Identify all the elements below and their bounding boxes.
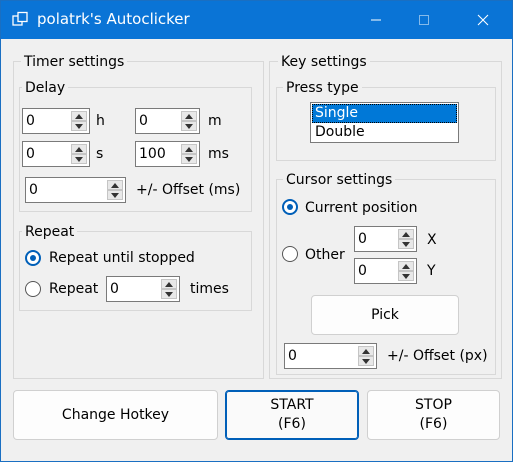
spin-up-icon[interactable] [71, 111, 87, 121]
pick-button[interactable]: Pick [311, 295, 459, 335]
spin-down-icon[interactable] [71, 154, 87, 164]
pick-button-label: Pick [371, 306, 399, 323]
hours-spinner[interactable]: 0 [22, 108, 90, 134]
cursor-x-value: 0 [358, 231, 367, 247]
current-position-radio[interactable] [282, 199, 298, 215]
milliseconds-value: 100 [139, 146, 166, 162]
other-position-radio[interactable] [282, 246, 298, 262]
cursor-settings-title: Cursor settings [283, 171, 396, 189]
app-window: polatrk's Autoclicker Timer settings Del… [0, 0, 513, 462]
seconds-unit: s [96, 146, 104, 162]
repeat-until-stopped-label[interactable]: Repeat until stopped [49, 249, 195, 267]
other-position-label[interactable]: Other [305, 246, 345, 264]
press-type-title: Press type [283, 79, 362, 97]
spin-down-icon[interactable] [398, 239, 414, 249]
stop-label: STOP [415, 397, 452, 413]
minimize-button[interactable] [354, 1, 398, 39]
cursor-y-value: 0 [358, 263, 367, 279]
repeat-title: Repeat [22, 223, 78, 241]
key-settings-title: Key settings [278, 53, 370, 71]
milliseconds-spinner[interactable]: 100 [135, 141, 200, 167]
spin-down-icon[interactable] [107, 190, 123, 200]
current-position-label[interactable]: Current position [305, 199, 418, 217]
cursor-offset-value: 0 [288, 348, 297, 364]
spin-down-icon[interactable] [358, 356, 374, 366]
spin-up-icon[interactable] [161, 279, 177, 289]
repeat-count-radio[interactable] [25, 281, 41, 297]
title-bar[interactable]: polatrk's Autoclicker [1, 1, 512, 39]
spin-up-icon[interactable] [181, 144, 197, 154]
minimize-icon [370, 11, 382, 30]
stop-button[interactable]: STOP (F6) [367, 390, 500, 440]
repeat-count-spinner[interactable]: 0 [106, 276, 180, 302]
minutes-spinner[interactable]: 0 [135, 108, 200, 134]
spin-up-icon[interactable] [398, 261, 414, 271]
delay-offset-spinner[interactable]: 0 [25, 177, 126, 203]
repeat-until-stopped-radio[interactable] [25, 250, 41, 266]
seconds-value: 0 [26, 146, 35, 162]
cursor-x-spinner[interactable]: 0 [354, 226, 417, 252]
milliseconds-unit: ms [208, 146, 229, 162]
close-button[interactable] [461, 1, 505, 39]
hours-unit: h [96, 113, 105, 129]
start-label: START [270, 397, 314, 413]
change-hotkey-button[interactable]: Change Hotkey [13, 390, 218, 440]
minutes-value: 0 [139, 113, 148, 129]
times-label: times [190, 281, 229, 297]
spin-up-icon[interactable] [358, 346, 374, 356]
spin-up-icon[interactable] [398, 229, 414, 239]
spin-down-icon[interactable] [398, 271, 414, 281]
timer-settings-title: Timer settings [21, 53, 128, 71]
cursor-x-label: X [427, 232, 437, 248]
delay-title: Delay [22, 79, 69, 97]
cursor-offset-spinner[interactable]: 0 [284, 343, 377, 369]
window-title: polatrk's Autoclicker [37, 10, 190, 28]
repeat-count-value: 0 [110, 281, 119, 297]
spin-up-icon[interactable] [181, 111, 197, 121]
hours-value: 0 [26, 113, 35, 129]
spin-down-icon[interactable] [181, 154, 197, 164]
press-type-option-single[interactable]: Single [312, 104, 457, 123]
maximize-icon [418, 11, 430, 30]
repeat-count-label[interactable]: Repeat [49, 280, 98, 298]
seconds-spinner[interactable]: 0 [22, 141, 90, 167]
spin-up-icon[interactable] [107, 180, 123, 190]
cursor-y-label: Y [427, 263, 436, 279]
stop-hotkey-label: (F6) [419, 416, 448, 432]
start-button[interactable]: START (F6) [225, 390, 359, 440]
delay-offset-label: +/- Offset (ms) [136, 182, 241, 198]
spin-down-icon[interactable] [71, 121, 87, 131]
cursor-y-spinner[interactable]: 0 [354, 258, 417, 284]
maximize-button[interactable] [402, 1, 446, 39]
app-windows-icon [12, 11, 28, 27]
start-hotkey-label: (F6) [278, 416, 306, 432]
delay-offset-value: 0 [29, 182, 38, 198]
press-type-option-double[interactable]: Double [312, 123, 457, 142]
spin-down-icon[interactable] [161, 289, 177, 299]
spin-down-icon[interactable] [181, 121, 197, 131]
press-type-listbox[interactable]: Single Double [310, 102, 459, 143]
close-icon [477, 11, 489, 30]
spin-up-icon[interactable] [71, 144, 87, 154]
change-hotkey-label: Change Hotkey [61, 406, 170, 423]
cursor-offset-label: +/- Offset (px) [387, 348, 488, 364]
minutes-unit: m [208, 113, 222, 129]
